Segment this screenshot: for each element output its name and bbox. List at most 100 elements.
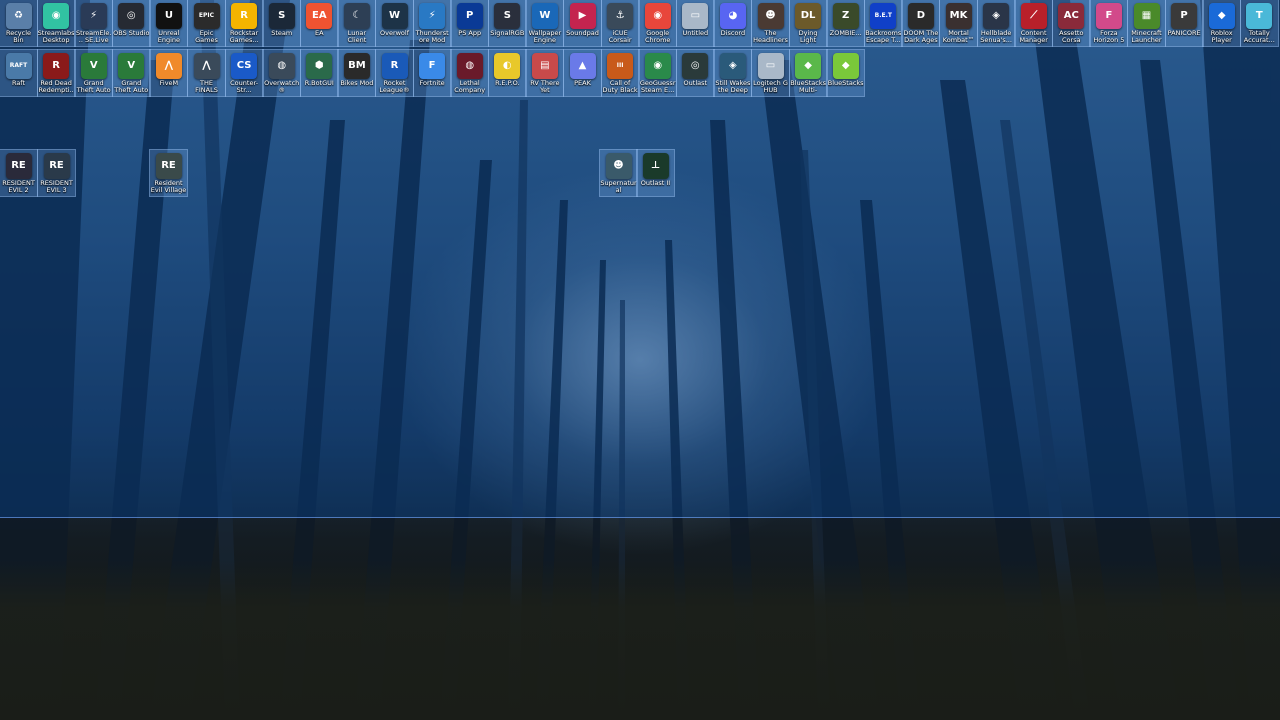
- desktop-icon-label: BlueStacks Multi-Insta...: [790, 80, 826, 94]
- supernatural-icon: ☻: [605, 153, 632, 179]
- desktop-icon[interactable]: ⬢ R.BotGUI: [299, 49, 339, 97]
- desktop-icon[interactable]: R Rocket League®: [375, 49, 414, 97]
- botgui-icon: ⬢: [306, 53, 333, 79]
- desktop-icon[interactable]: ◉ GeoGuessr Steam E...: [638, 49, 678, 97]
- desktop-icon-label: PEAK: [574, 80, 591, 87]
- desktop-icon[interactable]: ◆ Roblox Player: [1202, 0, 1242, 47]
- desktop-icon-label: Logitech G HUB: [753, 80, 788, 94]
- desktop-icon[interactable]: RE Resident Evil Village: [149, 149, 188, 197]
- document-icon: ▭: [682, 3, 709, 29]
- the-finals-icon: ⋀: [193, 53, 220, 79]
- desktop-icon-label: Recycle Bin: [5, 30, 32, 44]
- desktop-icon-label: Google Chrome: [644, 30, 671, 44]
- desktop-icon[interactable]: ⟋ Content Manager: [1014, 0, 1054, 47]
- desktop-icon[interactable]: ◆ BlueStacks: [826, 49, 866, 97]
- peak-icon: ▲: [569, 53, 596, 79]
- desktop-icon[interactable]: ◎ OBS Studio: [111, 0, 151, 47]
- desktop-icon-label: RV There Yet: [530, 80, 560, 94]
- overwolf-icon: W: [381, 3, 408, 29]
- desktop-icon[interactable]: RRed Dead Redempti...: [36, 49, 76, 97]
- desktop-icon-label: Overwatch®: [264, 80, 300, 94]
- desktop-icon[interactable]: ◈ Hellblade Senua's...: [976, 0, 1016, 47]
- desktop-icon[interactable]: F Forza Horizon 5: [1089, 0, 1129, 47]
- desktop-icon[interactable]: ☾ Lunar Client: [337, 0, 377, 47]
- desktop-icon[interactable]: ◉ Google Chrome: [638, 0, 678, 47]
- desktop-icon[interactable]: DL Dying Light: [788, 0, 828, 47]
- desktop-icon[interactable]: Z ZOMBIE...: [826, 0, 866, 47]
- desktop-icon[interactable]: VGrand Theft Auto V Le...: [111, 49, 151, 97]
- desktop-icon[interactable]: EPICEpic Games Launcher: [187, 0, 226, 47]
- desktop-icon[interactable]: ⚓ iCUE Corsair: [600, 0, 640, 47]
- desktop-icon-label: R.E.P.O.: [495, 80, 520, 87]
- desktop-icon[interactable]: ▶ Soundpad: [563, 0, 602, 47]
- desktop-icon[interactable]: ▲ PEAK: [563, 49, 602, 97]
- desktop-icon-label: iCUE Corsair: [608, 30, 632, 44]
- desktop-icon[interactable]: ◍ Lethal Company: [450, 49, 490, 97]
- desktop-icon-label: The Headliners: [753, 30, 788, 44]
- desktop-icon-label: EA: [315, 30, 324, 37]
- desktop-icon-label: Red Dead Redempti...: [38, 80, 74, 94]
- desktop-icon[interactable]: U Unreal Engine: [149, 0, 189, 47]
- desktop-icon[interactable]: ◎ Outlast: [675, 49, 715, 97]
- desktop-icon[interactable]: RE RESIDENT EVIL 3: [37, 149, 76, 197]
- desktop-icon[interactable]: VGrand Theft Auto V En...: [74, 49, 114, 97]
- chrome-icon: ◉: [644, 3, 671, 29]
- desktop-icon-label: Lethal Company: [454, 80, 486, 94]
- desktop-icon[interactable]: ☻ Supernatural: [599, 149, 638, 197]
- desktop-icon[interactable]: ⚡ StreamEle... SE.Live: [74, 0, 114, 47]
- desktop-icon[interactable]: CS Counter-Str...: [224, 49, 264, 97]
- desktop-icon[interactable]: W Overwolf: [375, 0, 414, 47]
- desktop-icon[interactable]: ◍ Overwatch®: [262, 49, 302, 97]
- desktop-icon[interactable]: AC Assetto Corsa: [1051, 0, 1091, 47]
- raft-icon: RAFT: [5, 53, 32, 79]
- desktop-icon[interactable]: ◐ R.E.P.O.: [487, 49, 527, 97]
- desktop-icon[interactable]: BM Bikes Mod: [337, 49, 377, 97]
- desktop-icon[interactable]: P PANICORE: [1164, 0, 1204, 47]
- desktop-icon-label: RESIDENT EVIL 3: [40, 180, 73, 194]
- desktop-icon[interactable]: RE RESIDENT EVIL 2: [0, 149, 38, 197]
- desktop-icon-label: DOOM The Dark Ages: [903, 30, 939, 44]
- gta-v-icon: V: [80, 53, 107, 79]
- rockstar-icon: R: [231, 3, 258, 29]
- epic-games-icon: EPIC: [193, 3, 220, 29]
- desktop-icon[interactable]: ▤ RV There Yet: [525, 49, 565, 97]
- desktop-icon-label: Forza Horizon 5: [1093, 30, 1125, 44]
- desktop-icon[interactable]: ▭ Logitech G HUB: [751, 49, 790, 97]
- desktop-icon[interactable]: P PS App: [450, 0, 490, 47]
- resident-evil-village-icon: RE: [155, 153, 182, 179]
- signalrgb-icon: S: [494, 3, 521, 29]
- desktop-icon[interactable]: R Rockstar Games...: [224, 0, 264, 47]
- desktop-icon[interactable]: ◈ Still Wakes the Deep: [713, 49, 753, 97]
- desktop-icon-label: PS App: [458, 30, 482, 37]
- bluestacks-icon: ◆: [832, 53, 859, 79]
- desktop-icon[interactable]: B.E.T Backrooms Escape T...: [863, 0, 903, 47]
- desktop-icon[interactable]: ◕ Discord: [713, 0, 753, 47]
- desktop-icon[interactable]: ▦ Minecraft Launcher: [1127, 0, 1166, 47]
- desktop-icon[interactable]: ⋀ FiveM: [149, 49, 189, 97]
- desktop-icon[interactable]: ⊥ Outlast II: [636, 149, 675, 197]
- desktop-icon[interactable]: F Fortnite: [412, 49, 452, 97]
- desktop-icon[interactable]: D DOOM The Dark Ages: [901, 0, 941, 47]
- desktop-icon[interactable]: ⋀ THE FINALS: [187, 49, 226, 97]
- desktop-icon[interactable]: S SignalRGB: [487, 0, 527, 47]
- desktop-icon[interactable]: IIICall of Duty Black Ops III: [600, 49, 640, 97]
- desktop-icon[interactable]: ⚡Thunderstore Mod Mana...: [412, 0, 452, 47]
- desktop-icon[interactable]: RAFT Raft: [0, 49, 38, 97]
- desktop-icon[interactable]: ☻ The Headliners: [751, 0, 790, 47]
- desktop-icon[interactable]: ▭ Untitled: [675, 0, 715, 47]
- desktop-icon-label: Call of Duty Black Ops III: [602, 80, 638, 94]
- fortnite-icon: F: [419, 53, 446, 79]
- desktop-icon[interactable]: S Steam: [262, 0, 302, 47]
- desktop-icon[interactable]: ◆BlueStacks Multi-Insta...: [788, 49, 828, 97]
- desktop-icon[interactable]: EA EA: [299, 0, 339, 47]
- desktop-icon[interactable]: T Totally Accurat...: [1239, 0, 1279, 47]
- desktop-icon[interactable]: MKMortal Kombat™ 11: [939, 0, 978, 47]
- playstation-icon: P: [456, 3, 483, 29]
- desktop-icon[interactable]: ◉ Streamlabs Desktop: [36, 0, 76, 47]
- geoguessr-icon: ◉: [644, 53, 671, 79]
- desktop-icon-label: Assetto Corsa: [1059, 30, 1084, 44]
- desktop-icon-label: GeoGuessr Steam E...: [639, 80, 676, 94]
- obs-icon: ◎: [118, 3, 145, 29]
- desktop-icon[interactable]: ♻ Recycle Bin: [0, 0, 38, 47]
- desktop-icon[interactable]: W Wallpaper Engine: [525, 0, 565, 47]
